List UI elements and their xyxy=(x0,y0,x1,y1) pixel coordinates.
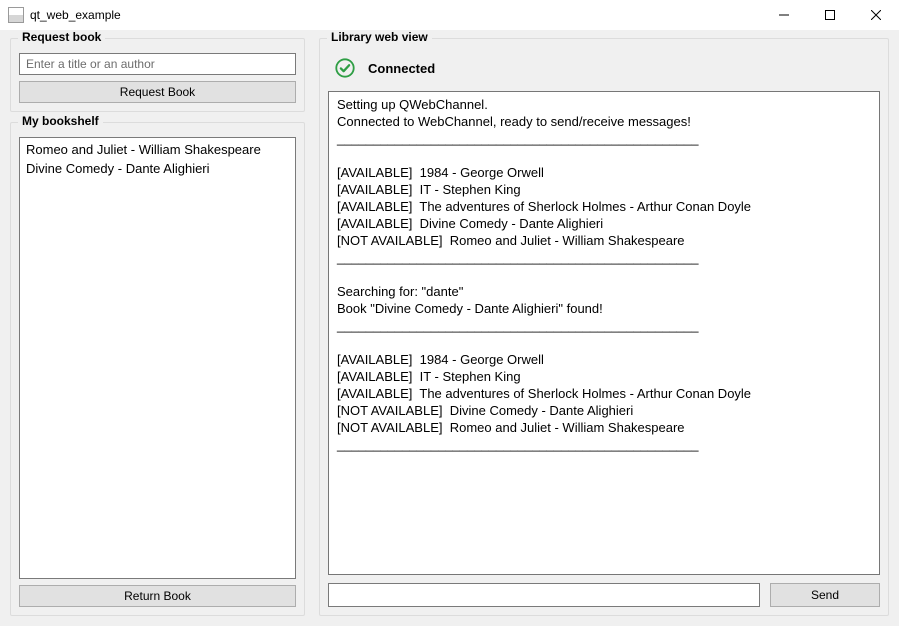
request-book-group: Request book Request Book xyxy=(10,38,305,112)
connection-status-text: Connected xyxy=(368,61,435,76)
minimize-button[interactable] xyxy=(761,0,807,30)
send-input[interactable] xyxy=(328,583,760,607)
library-web-view-legend: Library web view xyxy=(327,30,432,44)
connected-check-icon xyxy=(334,57,356,79)
connection-status-row: Connected xyxy=(328,53,880,91)
maximize-icon xyxy=(825,10,835,20)
send-button[interactable]: Send xyxy=(770,583,880,607)
list-item[interactable]: Romeo and Juliet - William Shakespeare xyxy=(24,140,291,159)
client-area: Request book Request Book My bookshelf R… xyxy=(0,30,899,626)
send-row: Send xyxy=(328,583,880,607)
left-column: Request book Request Book My bookshelf R… xyxy=(10,38,305,616)
request-title-input[interactable] xyxy=(19,53,296,75)
library-web-view-group: Library web view Connected Setting up QW… xyxy=(319,38,889,616)
close-icon xyxy=(871,10,881,20)
right-column: Library web view Connected Setting up QW… xyxy=(319,38,889,616)
window-titlebar: qt_web_example xyxy=(0,0,899,30)
list-item[interactable]: Divine Comedy - Dante Alighieri xyxy=(24,159,291,178)
library-console[interactable]: Setting up QWebChannel. Connected to Web… xyxy=(328,91,880,575)
bookshelf-list[interactable]: Romeo and Juliet - William ShakespeareDi… xyxy=(19,137,296,579)
close-button[interactable] xyxy=(853,0,899,30)
my-bookshelf-group: My bookshelf Romeo and Juliet - William … xyxy=(10,122,305,616)
request-book-legend: Request book xyxy=(18,30,105,44)
app-icon xyxy=(8,7,24,23)
minimize-icon xyxy=(779,10,789,20)
my-bookshelf-legend: My bookshelf xyxy=(18,114,103,128)
request-book-button[interactable]: Request Book xyxy=(19,81,296,103)
window-title: qt_web_example xyxy=(30,8,121,22)
maximize-button[interactable] xyxy=(807,0,853,30)
return-book-button[interactable]: Return Book xyxy=(19,585,296,607)
